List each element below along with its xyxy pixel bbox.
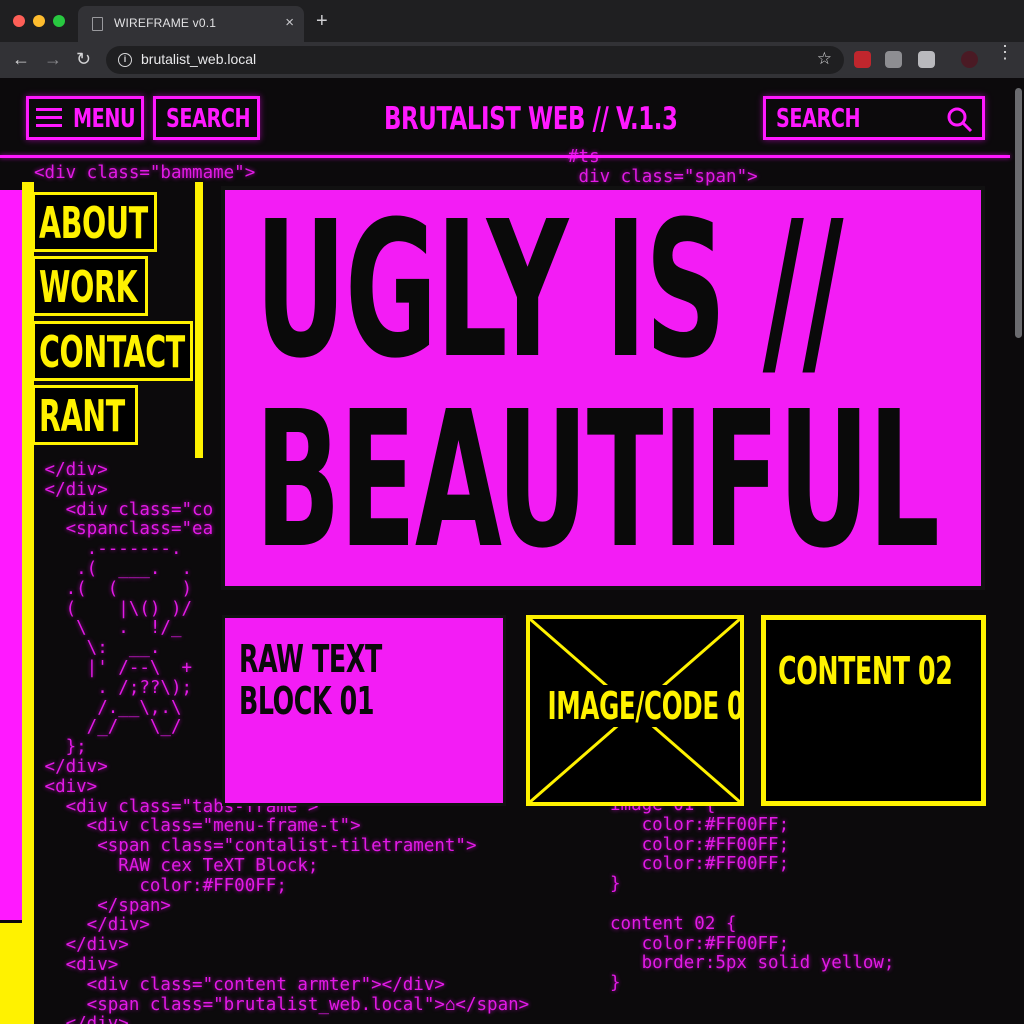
- bookmark-star-icon[interactable]: ☆: [817, 49, 832, 69]
- hero-line-2: BEAUTIFUL: [255, 371, 940, 590]
- hamburger-icon: [36, 108, 62, 127]
- extension-icon-1[interactable]: [854, 51, 871, 68]
- tab-close-icon[interactable]: ×: [285, 14, 294, 32]
- menu-button[interactable]: MENU: [26, 96, 144, 140]
- menu-label: MENU: [73, 104, 136, 134]
- reload-icon[interactable]: ↻: [76, 49, 91, 69]
- search-placeholder: SEARCH: [776, 104, 861, 134]
- page-scrollbar[interactable]: [1015, 88, 1022, 338]
- magenta-side-strip: [0, 190, 24, 920]
- info-icon[interactable]: i: [118, 53, 132, 67]
- extension-icon-3[interactable]: [918, 51, 935, 68]
- search-label: SEARCH: [166, 104, 251, 134]
- nav-about-label: ABOUT: [39, 198, 148, 249]
- hero-line-1: UGLY IS //: [255, 181, 844, 400]
- raw-text-block-label: RAW TEXT BLOCK 01: [239, 637, 382, 723]
- background-code-top-left: <div class="bammame">: [34, 163, 256, 183]
- image-code-card[interactable]: IMAGE/CODE 01: [526, 615, 744, 806]
- search-input[interactable]: SEARCH: [763, 96, 985, 140]
- nav-item-rant[interactable]: RANT: [32, 385, 138, 445]
- yellow-rail-base: [0, 923, 34, 1024]
- back-arrow-icon[interactable]: ←: [12, 49, 30, 69]
- tab-title: WIREFRAME v0.1: [114, 16, 217, 30]
- browser-tab-bar: WIREFRAME v0.1 × +: [0, 0, 1024, 42]
- url-text[interactable]: brutalist_web.local: [141, 51, 256, 67]
- browser-menu-icon[interactable]: ⋮: [996, 43, 1014, 61]
- maximize-window-button[interactable]: [53, 15, 65, 27]
- nav-frame-border: [195, 182, 203, 458]
- address-bar[interactable]: i brutalist_web.local ☆: [106, 46, 844, 74]
- nav-contact-label: CONTACT: [39, 327, 185, 378]
- browser-toolbar: ← → ↻ i brutalist_web.local ☆ ⋮: [0, 42, 1024, 78]
- nav-item-about[interactable]: ABOUT: [32, 192, 157, 252]
- hero-banner: UGLY IS // BEAUTIFUL: [221, 186, 985, 590]
- new-tab-button[interactable]: +: [316, 11, 328, 31]
- search-button[interactable]: SEARCH: [153, 96, 260, 140]
- browser-tab[interactable]: WIREFRAME v0.1 ×: [78, 6, 304, 42]
- minimize-window-button[interactable]: [33, 15, 45, 27]
- nav-work-label: WORK: [39, 262, 138, 313]
- nav-item-contact[interactable]: CONTACT: [32, 321, 193, 381]
- nav-rant-label: RANT: [39, 391, 125, 442]
- search-icon: [947, 107, 973, 133]
- content-label: CONTENT 02: [778, 649, 953, 693]
- forward-arrow-icon[interactable]: →: [44, 49, 62, 69]
- web-page: <div class="bammame"> #ts div class="spa…: [0, 78, 1024, 1024]
- header-divider: [0, 155, 1010, 158]
- close-window-button[interactable]: [13, 15, 25, 27]
- profile-avatar-icon[interactable]: [961, 51, 978, 68]
- content-card[interactable]: CONTENT 02: [761, 615, 986, 806]
- page-icon: [92, 17, 103, 31]
- background-code-right: image 01 { color:#FF00FF; color:#FF00FF;…: [610, 795, 895, 994]
- nav-item-work[interactable]: WORK: [32, 256, 148, 316]
- site-title: BRUTALIST WEB // V.1.3: [384, 101, 678, 137]
- raw-text-block-card[interactable]: RAW TEXT BLOCK 01: [222, 615, 506, 806]
- image-code-label: IMAGE/CODE 01: [546, 685, 740, 727]
- extension-icon-2[interactable]: [885, 51, 902, 68]
